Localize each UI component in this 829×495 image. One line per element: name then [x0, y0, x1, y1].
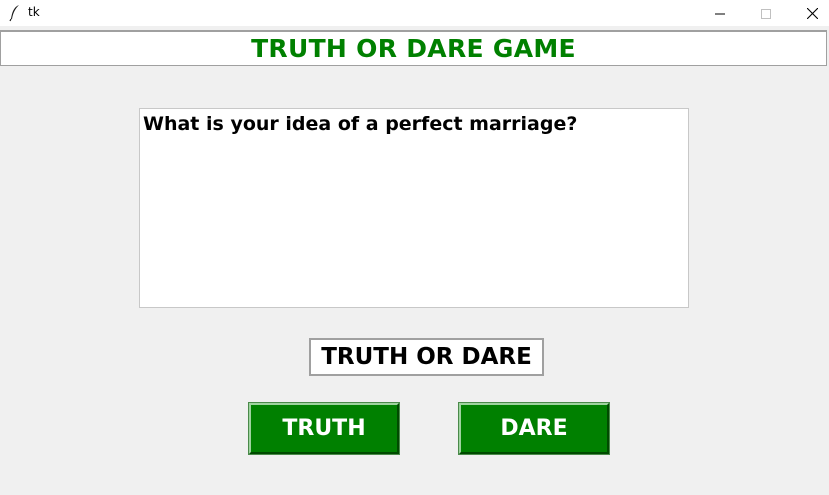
window-titlebar: tk: [0, 0, 829, 26]
maximize-icon: [761, 4, 771, 23]
dare-button[interactable]: DARE: [458, 402, 610, 455]
game-title: TRUTH OR DARE GAME: [0, 30, 827, 66]
close-button[interactable]: [789, 0, 829, 26]
mode-label: TRUTH OR DARE: [309, 338, 544, 376]
minimize-icon: [715, 4, 725, 23]
close-icon: [806, 4, 818, 23]
feather-icon: [8, 4, 22, 22]
truth-button[interactable]: TRUTH: [248, 402, 400, 455]
maximize-button[interactable]: [743, 0, 789, 26]
minimize-button[interactable]: [697, 0, 743, 26]
question-text-area[interactable]: What is your idea of a perfect marriage?: [139, 108, 689, 308]
window-title: tk: [28, 5, 40, 19]
